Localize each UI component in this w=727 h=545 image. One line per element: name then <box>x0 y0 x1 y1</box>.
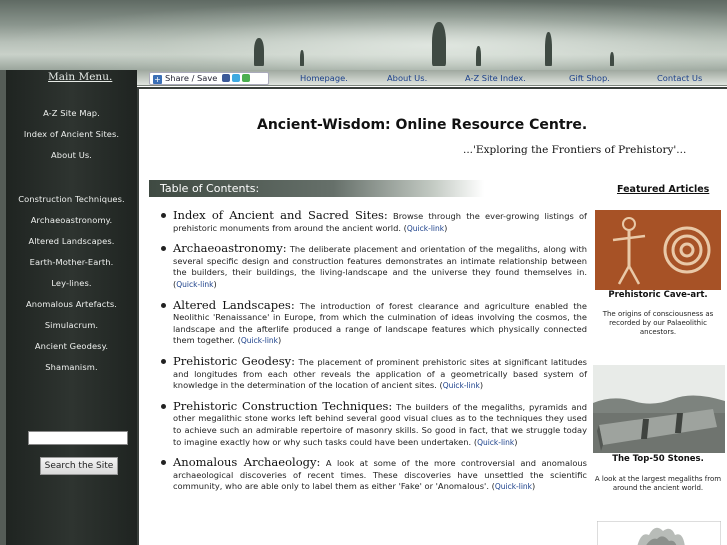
standing-stone <box>610 52 614 66</box>
toc-list: Index of Ancient and Sacred Sites: Brows… <box>161 208 587 502</box>
quick-link[interactable]: Quick-link <box>495 482 532 491</box>
sidebar-item-construction-techniques[interactable]: Construction Techniques. <box>6 194 137 204</box>
sidebar-item-az-site-map[interactable]: A-Z Site Map. <box>6 108 137 118</box>
toc-entry-title[interactable]: Prehistoric Geodesy: <box>173 354 295 368</box>
nav-gift-shop[interactable]: Gift Shop. <box>569 73 610 83</box>
bullet-icon <box>161 403 166 409</box>
twitter-icon[interactable] <box>232 74 241 82</box>
plus-icon: + <box>153 75 162 84</box>
search-button[interactable]: Search the Site <box>40 457 118 475</box>
standing-stone <box>545 32 552 66</box>
featured-description: A look at the largest megaliths from aro… <box>594 475 722 492</box>
sidebar-item-ancient-geodesy[interactable]: Ancient Geodesy. <box>6 341 137 351</box>
quick-link[interactable]: Quick-link <box>241 336 278 345</box>
toc-entry: Prehistoric Construction Techniques: The… <box>161 399 587 448</box>
toc-entry-title[interactable]: Archaeoastronomy: <box>173 241 287 255</box>
sidebar-item-about-us[interactable]: About Us. <box>6 150 137 160</box>
header-banner <box>0 0 727 70</box>
bullet-icon <box>161 246 166 252</box>
toc-entry: Altered Landscapes: The introduction of … <box>161 298 587 347</box>
bullet-icon <box>161 358 166 364</box>
facebook-icon[interactable] <box>222 74 231 82</box>
standing-stone <box>300 50 304 66</box>
email-icon[interactable] <box>242 74 251 82</box>
sidebar-item-simulacrum[interactable]: Simulacrum. <box>6 320 137 330</box>
toc-entry: Anomalous Archaeology: A look at some of… <box>161 455 587 493</box>
megalith-stones-image[interactable] <box>593 365 725 453</box>
nav-az-site-index[interactable]: A-Z Site Index. <box>465 73 526 83</box>
cave-art-image[interactable] <box>595 210 721 290</box>
nav-about-us[interactable]: About Us. <box>387 73 427 83</box>
sidebar-item-index-ancient-sites[interactable]: Index of Ancient Sites. <box>6 129 137 139</box>
nav-homepage[interactable]: Homepage. <box>300 73 348 83</box>
share-label: Share / Save <box>165 73 218 83</box>
toc-entry-title[interactable]: Index of Ancient and Sacred Sites: <box>173 208 388 222</box>
featured-articles-title[interactable]: Featured Articles <box>617 184 709 195</box>
standing-stone <box>254 38 264 66</box>
sidebar-item-ley-lines[interactable]: Ley-lines. <box>6 278 137 288</box>
bullet-icon <box>161 213 166 218</box>
sidebar-item-altered-landscapes[interactable]: Altered Landscapes. <box>6 236 137 246</box>
share-save-button[interactable]: + Share / Save <box>149 72 269 85</box>
sidebar-item-shamanism[interactable]: Shamanism. <box>6 362 137 372</box>
page-title: Ancient-Wisdom: Online Resource Centre. <box>257 117 588 133</box>
toc-entry: Index of Ancient and Sacred Sites: Brows… <box>161 208 587 234</box>
nav-contact-us[interactable]: Contact Us <box>657 73 702 83</box>
quick-link[interactable]: Quick-link <box>477 438 514 447</box>
featured-caption[interactable]: Prehistoric Cave-art. <box>590 290 726 300</box>
quick-link[interactable]: Quick-link <box>407 224 444 233</box>
toc-entry: Archaeoastronomy: The deliberate placeme… <box>161 241 587 290</box>
bullet-icon <box>161 302 166 308</box>
quick-link[interactable]: Quick-link <box>176 280 213 289</box>
top-nav-bar: + Share / Save Homepage. About Us. A-Z Si… <box>137 70 727 86</box>
sidebar-item-anomalous-artefacts[interactable]: Anomalous Artefacts. <box>6 299 137 309</box>
sidebar-item-archaeoastronomy[interactable]: Archaeoastronomy. <box>6 215 137 225</box>
featured-description: The origins of consciousness as recorded… <box>602 310 714 336</box>
standing-stone <box>476 46 481 66</box>
main-content: Ancient-Wisdom: Online Resource Centre. … <box>137 87 727 545</box>
page-tagline: ...'Exploring the Frontiers of Prehistor… <box>463 144 687 156</box>
main-menu-link[interactable]: Main Menu. <box>48 71 112 83</box>
quick-link[interactable]: Quick-link <box>443 381 480 390</box>
banner-fog <box>0 0 727 70</box>
bullet-icon <box>161 460 166 466</box>
toc-entry-title[interactable]: Prehistoric Construction Techniques: <box>173 399 392 413</box>
toc-entry: Prehistoric Geodesy: The placement of pr… <box>161 354 587 392</box>
featured-caption[interactable]: The Top-50 Stones. <box>590 454 726 464</box>
search-input[interactable] <box>28 431 128 445</box>
standing-stone <box>432 22 446 66</box>
toc-header: Table of Contents: <box>149 180 484 197</box>
featured-thumbnail-image[interactable] <box>597 521 721 545</box>
left-sidebar: Main Menu. A-Z Site Map. Index of Ancien… <box>0 70 137 545</box>
toc-entry-title[interactable]: Altered Landscapes: <box>173 298 295 312</box>
toc-entry-title[interactable]: Anomalous Archaeology: <box>173 455 320 469</box>
sidebar-item-earth-mother-earth[interactable]: Earth-Mother-Earth. <box>6 257 137 267</box>
